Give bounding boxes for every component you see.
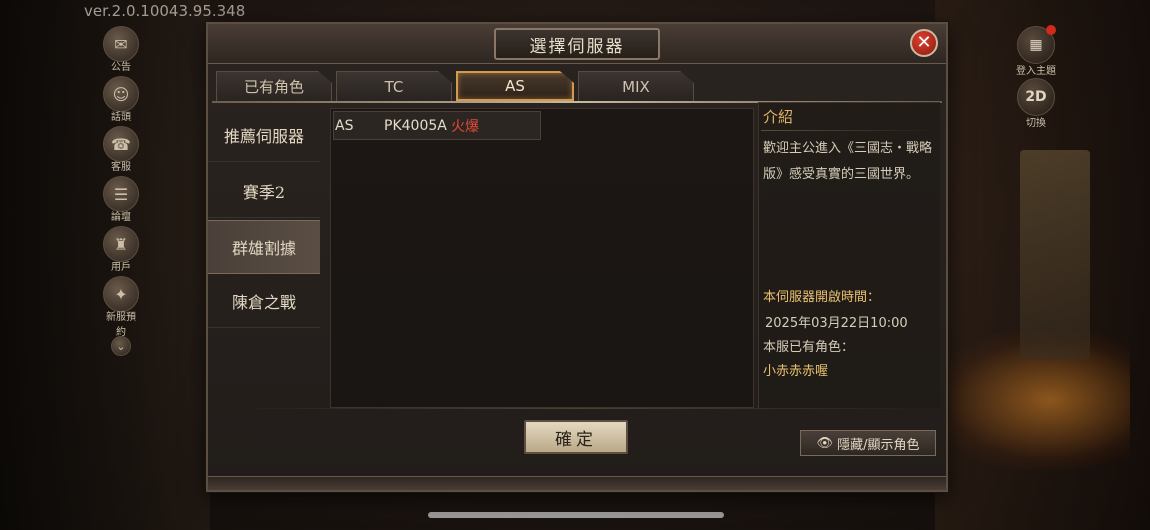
- dialog-title: 選擇伺服器: [494, 28, 660, 60]
- eye-icon: 👁: [816, 435, 834, 451]
- forum-label: 論壇: [111, 212, 131, 223]
- customer-service-button[interactable]: ☎ 客服: [102, 126, 140, 173]
- server-region: AS: [335, 117, 354, 134]
- home-indicator[interactable]: [428, 512, 724, 518]
- discussion-button[interactable]: ☺ 話頭: [102, 76, 140, 123]
- category-chencang[interactable]: 陳倉之戰: [208, 274, 320, 328]
- user-button[interactable]: ♜ 用戶: [102, 226, 140, 273]
- category-recommended[interactable]: 推薦伺服器: [208, 108, 320, 162]
- category-list: 推薦伺服器 賽季2 群雄割據 陳倉之戰: [208, 108, 328, 408]
- announcement-icon: ✉: [103, 26, 139, 62]
- footer-divider: [232, 408, 922, 409]
- view-2d-3d-icon: 2D: [1017, 78, 1055, 116]
- info-description: 歡迎主公進入《三國志・戰略版》感受真實的三國世界。: [763, 141, 933, 182]
- forum-button[interactable]: ☰ 論壇: [102, 176, 140, 223]
- view-toggle-label: 切換: [1026, 118, 1046, 129]
- open-time-label: 本伺服器開啟時間：: [763, 290, 881, 305]
- confirm-button[interactable]: 確定: [524, 420, 628, 454]
- tab-as[interactable]: AS: [456, 71, 574, 101]
- tab-mix[interactable]: MIX: [578, 71, 694, 101]
- server-info-panel: 介紹 歡迎主公進入《三國志・戰略版》感受真實的三國世界。 本伺服器開啟時間： 2…: [758, 102, 940, 408]
- expand-more-button[interactable]: ⌄: [102, 336, 140, 356]
- theme-label: 登入主題: [1016, 66, 1056, 77]
- server-list-panel: AS PK4005A 火爆: [330, 108, 754, 408]
- new-server-label: 新服預約: [106, 312, 136, 338]
- category-warlords[interactable]: 群雄割據: [208, 220, 320, 274]
- announcement-button[interactable]: ✉ 公告: [102, 26, 140, 73]
- background-banner: [1020, 150, 1090, 360]
- existing-role-name: 小赤赤赤喔: [763, 364, 829, 379]
- server-name: PK4005A: [384, 117, 447, 134]
- server-status: 火爆: [451, 118, 479, 135]
- open-time-value: 2025年03月22日10:00: [765, 316, 908, 331]
- close-button[interactable]: ✕: [910, 29, 938, 57]
- new-server-icon: ✦: [103, 276, 139, 312]
- toggle-roles-button[interactable]: 👁 隱藏/顯示角色: [800, 430, 936, 456]
- server-row[interactable]: AS PK4005A 火爆: [333, 111, 541, 140]
- user-label: 用戶: [111, 262, 131, 273]
- info-divider: [761, 130, 939, 131]
- version-label: ver.2.0.10043.95.348: [84, 2, 246, 20]
- customer-service-icon: ☎: [103, 126, 139, 162]
- chevron-down-icon: ⌄: [111, 336, 131, 356]
- announcement-label: 公告: [111, 62, 131, 73]
- tab-existing-roles[interactable]: 已有角色: [216, 71, 332, 101]
- close-icon: ✕: [916, 32, 932, 53]
- tab-tc[interactable]: TC: [336, 71, 452, 101]
- forum-icon: ☰: [103, 176, 139, 212]
- category-season-2[interactable]: 賽季2: [208, 164, 320, 218]
- customer-service-label: 客服: [111, 162, 131, 173]
- info-heading: 介紹: [763, 108, 794, 126]
- view-toggle-button[interactable]: 2D 切換: [1016, 78, 1056, 129]
- user-icon: ♜: [103, 226, 139, 262]
- discussion-icon: ☺: [103, 76, 139, 112]
- toggle-roles-label: 隱藏/顯示角色: [837, 437, 920, 453]
- discussion-label: 話頭: [111, 112, 131, 123]
- existing-role-label: 本服已有角色：: [763, 340, 855, 355]
- dialog-bottom-frame: [208, 476, 946, 490]
- notification-dot-icon: [1046, 25, 1056, 35]
- new-server-button[interactable]: ✦ 新服預約: [102, 276, 140, 338]
- server-select-dialog: 選擇伺服器 ✕ 已有角色 TC AS MIX 推薦伺服器 賽季2 群雄割據 陳倉…: [206, 22, 948, 492]
